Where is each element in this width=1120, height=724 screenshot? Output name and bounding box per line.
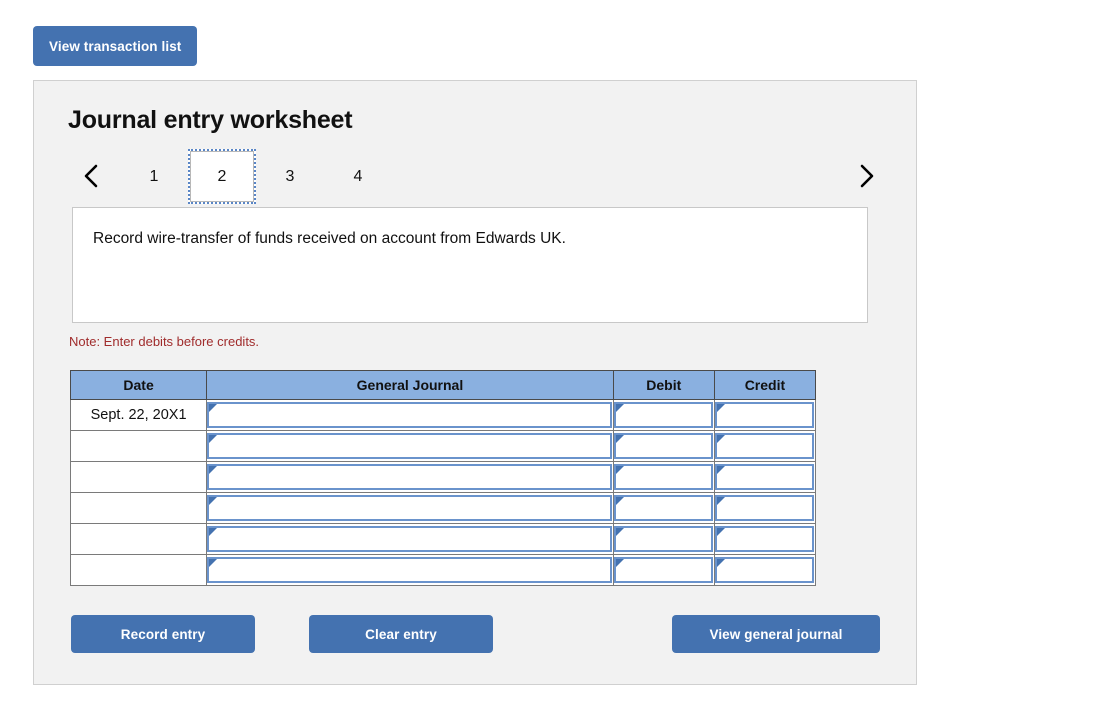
dropdown-triangle-icon [615,466,624,474]
journal-entry-table: Date General Journal Debit Credit Sept. … [69,370,817,586]
credit-input-6[interactable] [714,557,814,583]
journal-account-input-1[interactable] [207,402,612,428]
tab-2[interactable]: 2 [188,149,256,204]
transaction-description-text: Record wire-transfer of funds received o… [93,230,566,247]
journal-account-cell[interactable] [206,523,614,555]
date-cell [69,554,208,586]
column-header-debit: Debit [612,370,715,400]
debit-input-1[interactable] [613,402,713,428]
date-cell [69,461,208,493]
worksheet-tab-strip: 1 2 3 4 [68,149,884,204]
column-header-general-journal: General Journal [206,370,614,400]
journal-account-input-2[interactable] [207,433,612,459]
journal-account-input-5[interactable] [207,526,612,552]
credit-cell[interactable] [713,461,817,493]
dropdown-triangle-icon [209,497,218,505]
credit-cell[interactable] [713,554,817,586]
dropdown-triangle-icon [716,404,725,412]
credit-input-4[interactable] [714,495,814,521]
journal-account-cell[interactable] [206,554,614,586]
dropdown-triangle-icon [615,559,624,567]
table-row [69,554,817,586]
tab-4-label: 4 [353,167,363,185]
column-header-credit: Credit [713,370,817,400]
dropdown-triangle-icon [615,435,624,443]
prev-entry-button[interactable] [74,157,108,195]
debit-cell[interactable] [612,523,715,555]
tab-3[interactable]: 3 [256,149,324,204]
credit-cell[interactable] [713,523,817,555]
date-cell: Sept. 22, 20X1 [69,399,208,431]
dropdown-triangle-icon [209,466,218,474]
date-cell [69,430,208,462]
table-row: Sept. 22, 20X1 [69,399,817,431]
dropdown-triangle-icon [716,497,725,505]
dropdown-triangle-icon [209,404,218,412]
dropdown-triangle-icon [716,466,725,474]
credit-input-2[interactable] [714,433,814,459]
table-row [69,492,817,524]
debit-cell[interactable] [612,399,715,431]
date-cell [69,492,208,524]
debit-input-5[interactable] [613,526,713,552]
dropdown-triangle-icon [615,497,624,505]
tab-1-label: 1 [149,167,159,185]
credit-cell[interactable] [713,399,817,431]
dropdown-triangle-icon [716,528,725,536]
column-header-date: Date [69,370,208,400]
page-title: Journal entry worksheet [68,106,353,134]
credit-input-5[interactable] [714,526,814,552]
journal-entry-worksheet-panel: Journal entry worksheet 1 2 3 4 Record w… [33,80,917,685]
dropdown-triangle-icon [716,559,725,567]
debit-cell[interactable] [612,492,715,524]
credit-cell[interactable] [713,430,817,462]
table-header-row: Date General Journal Debit Credit [69,370,817,400]
dropdown-triangle-icon [209,435,218,443]
dropdown-triangle-icon [209,528,218,536]
table-row [69,430,817,462]
tab-4[interactable]: 4 [324,149,392,204]
credit-cell[interactable] [713,492,817,524]
worksheet-tabs: 1 2 3 4 [120,149,392,204]
dropdown-triangle-icon [615,528,624,536]
journal-account-cell[interactable] [206,461,614,493]
dropdown-triangle-icon [615,404,624,412]
journal-account-input-4[interactable] [207,495,612,521]
journal-account-input-3[interactable] [207,464,612,490]
debit-cell[interactable] [612,554,715,586]
date-cell [69,523,208,555]
journal-account-cell[interactable] [206,399,614,431]
clear-entry-button[interactable]: Clear entry [309,615,493,653]
credit-input-3[interactable] [714,464,814,490]
dropdown-triangle-icon [209,559,218,567]
debit-cell[interactable] [612,461,715,493]
chevron-left-icon [81,162,101,190]
view-transaction-list-button[interactable]: View transaction list [33,26,198,66]
dropdown-triangle-icon [716,435,725,443]
table-row [69,461,817,493]
record-entry-button[interactable]: Record entry [71,615,255,653]
next-entry-button[interactable] [850,157,884,195]
credit-input-1[interactable] [714,402,814,428]
tab-1[interactable]: 1 [120,149,188,204]
debit-cell[interactable] [612,430,715,462]
debit-input-6[interactable] [613,557,713,583]
debit-input-4[interactable] [613,495,713,521]
debit-input-3[interactable] [613,464,713,490]
tab-2-label: 2 [217,167,227,185]
table-row [69,523,817,555]
debits-before-credits-note: Note: Enter debits before credits. [69,334,260,349]
journal-account-input-6[interactable] [207,557,612,583]
tab-3-label: 3 [285,167,295,185]
transaction-description-box: Record wire-transfer of funds received o… [72,207,868,323]
journal-account-cell[interactable] [206,430,614,462]
view-general-journal-button[interactable]: View general journal [672,615,880,653]
chevron-right-icon [857,162,877,190]
debit-input-2[interactable] [613,433,713,459]
top-toolbar: View transaction list [33,26,198,66]
journal-account-cell[interactable] [206,492,614,524]
